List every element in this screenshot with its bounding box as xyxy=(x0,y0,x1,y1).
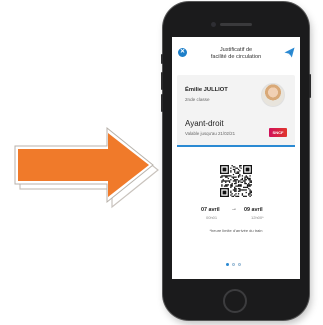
phone-volume-down xyxy=(161,94,163,112)
return-time: 12h00* xyxy=(251,215,264,220)
role-title: Ayant-droit xyxy=(185,119,224,128)
arrow-right-icon: → xyxy=(231,206,237,212)
return-date: 09 avril xyxy=(244,207,263,213)
home-button[interactable] xyxy=(223,289,247,313)
phone-device: ✕ Justificatif de facilité de circulatio… xyxy=(161,2,311,320)
validity-date: Valable jusqu'au 21/02/21 xyxy=(185,131,236,136)
phone-screen: ✕ Justificatif de facilité de circulatio… xyxy=(172,37,300,279)
avatar xyxy=(261,83,285,107)
footnote: *heure limite d'arrivée du train xyxy=(209,228,263,233)
user-name: Émilie JULLIOT xyxy=(185,87,228,93)
page-title-line2: facilité de circulation xyxy=(210,54,262,60)
page-dot[interactable] xyxy=(238,263,241,266)
page-title-line1: Justificatif de xyxy=(219,47,253,53)
app-header: ✕ Justificatif de facilité de circulatio… xyxy=(172,37,300,71)
card-accent-bar xyxy=(177,145,295,147)
page-title: Justificatif de facilité de circulation xyxy=(194,47,278,61)
phone-power-button xyxy=(309,74,311,98)
close-icon[interactable]: ✕ xyxy=(178,48,187,57)
phone-volume-up xyxy=(161,72,163,90)
pass-card[interactable]: Émilie JULLIOT 2nde classe Ayant-droit V… xyxy=(177,75,295,147)
qr-code xyxy=(220,165,252,197)
phone-side-button xyxy=(161,54,163,64)
departure-date: 07 avril xyxy=(201,207,220,213)
page-indicator[interactable] xyxy=(226,263,246,267)
front-camera xyxy=(211,22,216,27)
send-paper-plane-icon[interactable] xyxy=(284,47,295,58)
phone-speaker xyxy=(220,23,252,26)
user-class: 2nde classe xyxy=(185,97,210,102)
sncf-logo: SNCF xyxy=(269,128,287,137)
departure-time: 00h01 xyxy=(206,215,218,220)
page-dot[interactable] xyxy=(232,263,235,266)
right-arrow-icon xyxy=(14,126,159,209)
page-dot[interactable] xyxy=(226,263,229,266)
